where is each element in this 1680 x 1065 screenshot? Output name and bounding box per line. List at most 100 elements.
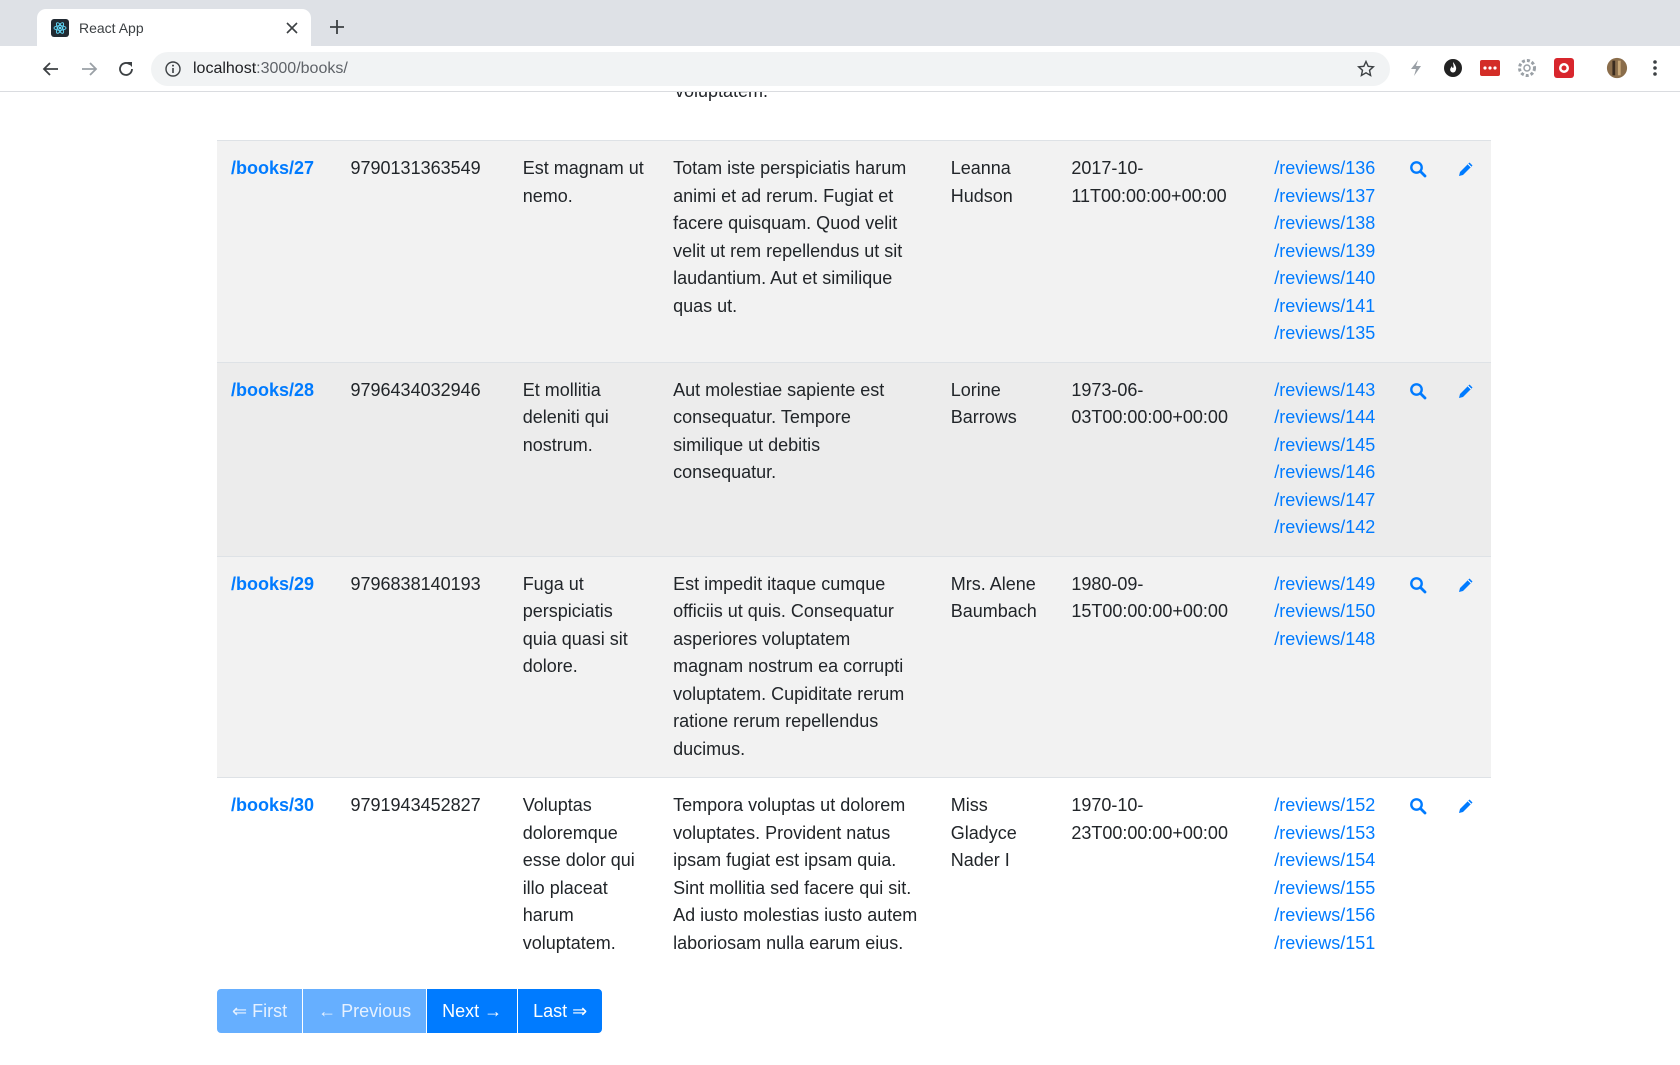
publication-date-cell: 1973-06- 03T00:00:00+00:00 xyxy=(1057,361,1261,556)
reload-button[interactable] xyxy=(112,55,140,83)
book-id-link[interactable]: /books/29 xyxy=(231,574,314,594)
table-row: /books/30 9791943452827 Voluptas dolorem… xyxy=(217,777,1491,979)
review-link[interactable]: /reviews/151 xyxy=(1274,930,1381,958)
table-row: /books/29 9796838140193 Fuga ut perspici… xyxy=(217,555,1491,778)
review-link[interactable]: /reviews/152 xyxy=(1274,792,1381,820)
review-link[interactable]: /reviews/139 xyxy=(1274,238,1381,266)
date-part: 15T00:00:00+00:00 xyxy=(1071,601,1228,621)
author-cell: Miss Gladyce Nader I xyxy=(936,777,1058,979)
title-cell: Est magnam ut nemo. xyxy=(508,140,660,362)
search-icon[interactable] xyxy=(1409,381,1429,401)
isbn-cell: 9796838140193 xyxy=(336,555,509,778)
review-link[interactable]: /reviews/150 xyxy=(1274,598,1381,626)
reviews-cell: /reviews/149 /reviews/150 /reviews/148 xyxy=(1260,555,1395,778)
review-link[interactable]: /reviews/138 xyxy=(1274,210,1381,238)
last-page-button[interactable]: Last ⇒ xyxy=(518,989,603,1033)
books-table: /books/27 9790131363549 Est magnam ut ne… xyxy=(217,140,1491,979)
browser-tab[interactable]: React App xyxy=(37,9,311,46)
author-cell: Lorine Barrows xyxy=(936,361,1058,556)
book-id-link[interactable]: /books/28 xyxy=(231,380,314,400)
review-link[interactable]: /reviews/146 xyxy=(1274,459,1381,487)
address-bar[interactable]: localhost:3000/books/ xyxy=(151,52,1390,86)
review-link[interactable]: /reviews/141 xyxy=(1274,293,1381,321)
arrow-right-icon xyxy=(82,62,98,76)
flame-extension-icon[interactable] xyxy=(1442,57,1464,79)
tab-title: React App xyxy=(79,19,144,36)
reload-icon xyxy=(119,62,133,76)
bookmark-star-icon[interactable] xyxy=(1354,57,1378,81)
browser-toolbar: localhost:3000/books/ xyxy=(0,46,1680,92)
title-cell: Voluptas doloremque esse dolor qui illo … xyxy=(508,777,660,979)
url-path: :3000/books/ xyxy=(256,60,348,77)
description-cell: Totam iste perspiciatis harum animi et a… xyxy=(659,140,937,362)
review-link[interactable]: /reviews/144 xyxy=(1274,404,1381,432)
close-tab-icon[interactable] xyxy=(281,17,303,39)
first-page-button[interactable]: ⇐ First xyxy=(217,989,303,1033)
pencil-icon[interactable] xyxy=(1457,381,1477,401)
lightning-extension-icon[interactable] xyxy=(1405,57,1427,79)
description-cell: Aut molestiae sapiente est consequatur. … xyxy=(659,361,937,556)
reviews-cell: /reviews/143 /reviews/144 /reviews/145 /… xyxy=(1260,361,1395,556)
review-link[interactable]: /reviews/142 xyxy=(1274,514,1381,542)
table-row: /books/27 9790131363549 Est magnam ut ne… xyxy=(217,140,1491,362)
review-link[interactable]: /reviews/140 xyxy=(1274,265,1381,293)
back-button[interactable] xyxy=(37,55,65,83)
table-row: /books/28 9796434032946 Et mollitia dele… xyxy=(217,361,1491,556)
previous-row-description-tail: voluptatem. xyxy=(675,92,768,106)
search-icon[interactable] xyxy=(1409,796,1429,816)
review-link[interactable]: /reviews/155 xyxy=(1274,875,1381,903)
description-cell: Tempora voluptas ut dolorem voluptates. … xyxy=(659,777,937,979)
info-icon[interactable] xyxy=(164,60,182,78)
date-part: 23T00:00:00+00:00 xyxy=(1071,822,1228,843)
title-cell: Fuga ut perspiciatis quia quasi sit dolo… xyxy=(508,555,660,778)
date-part: 1973-06- xyxy=(1071,379,1144,400)
publication-date-cell: 2017-10- 11T00:00:00+00:00 xyxy=(1057,140,1261,362)
pencil-icon[interactable] xyxy=(1457,159,1477,179)
search-icon[interactable] xyxy=(1409,575,1429,595)
reviews-cell: /reviews/136 /reviews/137 /reviews/138 /… xyxy=(1260,140,1395,362)
url-text: localhost:3000/books/ xyxy=(193,60,1354,78)
react-logo-icon xyxy=(51,18,69,37)
book-id-link[interactable]: /books/27 xyxy=(231,158,314,178)
book-id-link[interactable]: /books/30 xyxy=(231,795,314,815)
review-link[interactable]: /reviews/154 xyxy=(1274,847,1381,875)
gear-extension-icon[interactable] xyxy=(1516,57,1538,79)
publication-date-cell: 1980-09- 15T00:00:00+00:00 xyxy=(1057,555,1261,778)
review-link[interactable]: /reviews/137 xyxy=(1274,183,1381,211)
previous-page-button[interactable]: ← Previous xyxy=(303,989,427,1033)
isbn-cell: 9796434032946 xyxy=(336,361,509,556)
review-link[interactable]: /reviews/149 xyxy=(1274,571,1381,599)
review-link[interactable]: /reviews/153 xyxy=(1274,820,1381,848)
isbn-cell: 9790131363549 xyxy=(336,140,509,362)
title-cell: Et mollitia deleniti qui nostrum. xyxy=(508,361,660,556)
review-link[interactable]: /reviews/145 xyxy=(1274,432,1381,460)
red-extension-icon[interactable] xyxy=(1553,57,1575,79)
kebab-menu-icon[interactable] xyxy=(1644,57,1666,79)
pencil-icon[interactable] xyxy=(1457,796,1477,816)
new-tab-button[interactable] xyxy=(324,14,350,40)
date-part: 1970-10- xyxy=(1071,795,1144,815)
page-content: voluptatem. /books/27 9790131363549 Est … xyxy=(0,92,1680,1065)
avatar[interactable] xyxy=(1606,57,1628,79)
browser-tab-strip: React App xyxy=(0,0,1680,46)
date-part: 2017-10- xyxy=(1071,158,1144,178)
search-icon[interactable] xyxy=(1409,159,1429,179)
review-link[interactable]: /reviews/148 xyxy=(1274,626,1381,654)
lastpass-extension-icon[interactable] xyxy=(1479,57,1501,79)
review-link[interactable]: /reviews/143 xyxy=(1274,377,1381,405)
pagination: ⇐ First ← Previous Next → Last ⇒ xyxy=(217,989,603,1033)
forward-button[interactable] xyxy=(75,55,103,83)
arrow-left-icon xyxy=(42,62,58,76)
date-part: 1980-09- xyxy=(1071,573,1144,594)
date-part: 11T00:00:00+00:00 xyxy=(1071,185,1227,206)
description-cell: Est impedit itaque cumque officiis ut qu… xyxy=(659,555,937,778)
reviews-cell: /reviews/152 /reviews/153 /reviews/154 /… xyxy=(1260,777,1395,979)
review-link[interactable]: /reviews/156 xyxy=(1274,902,1381,930)
pencil-icon[interactable] xyxy=(1457,575,1477,595)
author-cell: Leanna Hudson xyxy=(936,140,1058,362)
review-link[interactable]: /reviews/147 xyxy=(1274,487,1381,515)
review-link[interactable]: /reviews/135 xyxy=(1274,320,1381,348)
review-link[interactable]: /reviews/136 xyxy=(1274,155,1381,183)
author-cell: Mrs. Alene Baumbach xyxy=(936,555,1058,778)
next-page-button[interactable]: Next → xyxy=(427,989,518,1033)
